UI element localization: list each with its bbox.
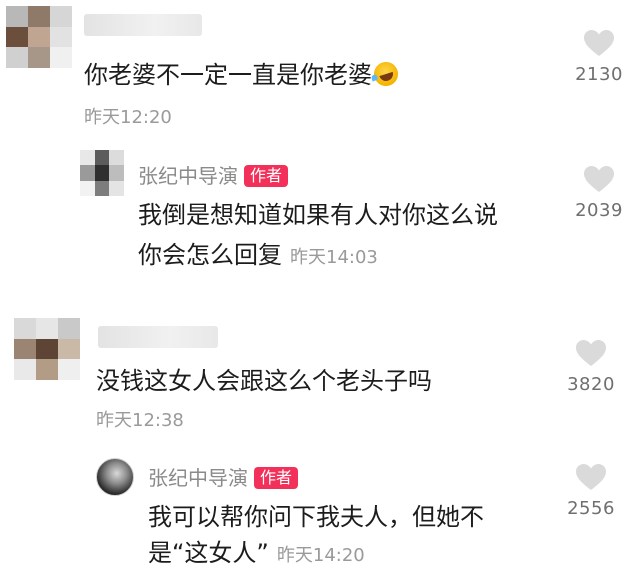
like-count: 2039 (575, 200, 623, 221)
author-badge: 作者 (244, 165, 289, 187)
comment-timestamp: 昨天12:20 (84, 107, 172, 128)
heart-outline-icon (584, 166, 614, 192)
like-button[interactable]: 2039 (564, 164, 630, 221)
like-button[interactable]: 2556 (556, 462, 626, 519)
laughing-tears-emoji-icon (370, 58, 402, 90)
like-button[interactable]: 3820 (556, 338, 626, 395)
comment-text: 你老婆不一定一直是你老婆 (84, 58, 402, 92)
author-avatar[interactable] (96, 458, 134, 496)
reply-author[interactable]: 张纪中导演 作者 (138, 160, 289, 189)
comment-text: 没钱这女人会跟这么个老头子吗 (96, 367, 432, 395)
heart-outline-icon (584, 30, 614, 56)
commenter-name-blurred (98, 326, 218, 348)
comment-body: 你老婆不一定一直是你老婆 (84, 61, 372, 89)
reply-timestamp: 昨天14:20 (276, 545, 365, 566)
like-count: 2556 (567, 498, 615, 519)
heart-outline-icon (576, 464, 606, 490)
comment-timestamp: 昨天12:38 (96, 410, 184, 431)
commenter-avatar[interactable] (14, 318, 80, 380)
reply-author[interactable]: 张纪中导演 作者 (148, 462, 299, 491)
commenter-name-blurred (84, 14, 202, 36)
author-avatar[interactable] (80, 150, 124, 196)
author-name: 张纪中导演 (148, 466, 248, 490)
author-name: 张纪中导演 (138, 164, 238, 188)
commenter-avatar[interactable] (6, 6, 72, 68)
author-badge: 作者 (254, 467, 299, 489)
reply-text-line2: 是“这女人” 昨天14:20 (148, 536, 365, 573)
reply-body: 是“这女人” (148, 539, 269, 567)
reply-text-line1: 我可以帮你问下我夫人，但她不 (148, 503, 484, 531)
like-count: 3820 (567, 374, 615, 395)
like-count: 2130 (575, 64, 623, 85)
reply-timestamp: 昨天14:03 (290, 247, 378, 268)
reply-text-line2: 你会怎么回复 昨天14:03 (138, 238, 378, 275)
reply-body: 你会怎么回复 (138, 241, 282, 269)
like-button[interactable]: 2130 (564, 28, 630, 85)
heart-outline-icon (576, 340, 606, 366)
reply-text-line1: 我倒是想知道如果有人对你这么说 (138, 201, 498, 229)
